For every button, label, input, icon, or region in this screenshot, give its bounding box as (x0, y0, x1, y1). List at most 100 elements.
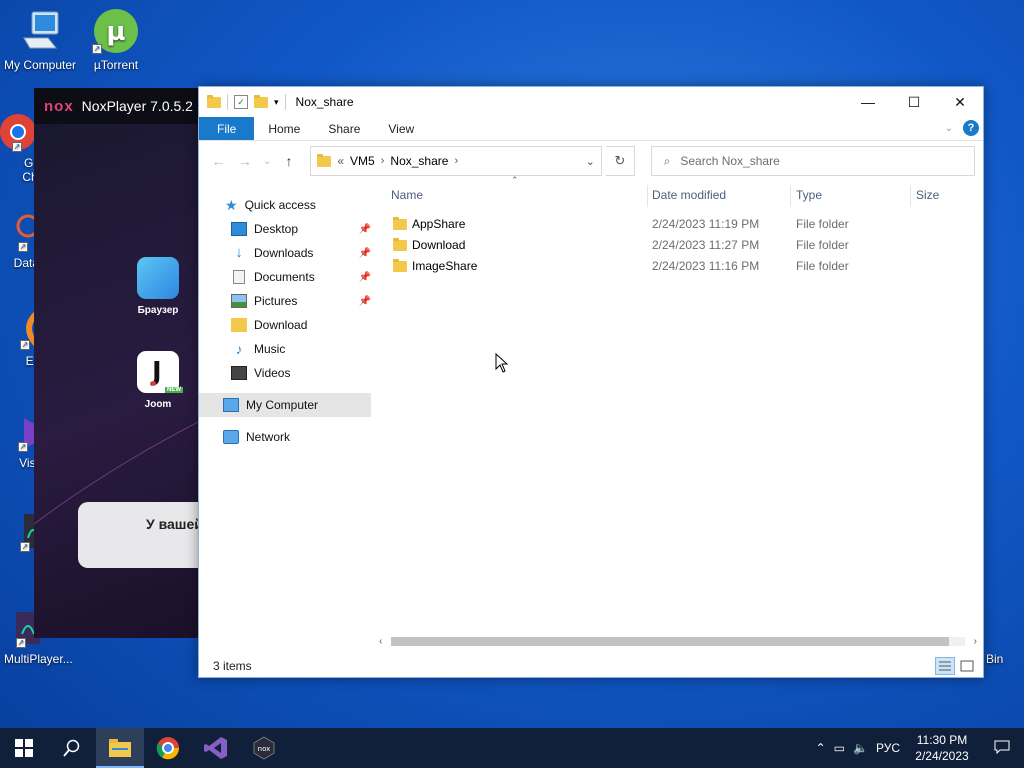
maximize-button[interactable]: ☐ (891, 87, 937, 117)
nav-item-quick-access[interactable]: ★ Quick access (225, 193, 316, 217)
breadcrumb-vm5[interactable]: VM5 (350, 154, 375, 168)
up-button[interactable]: ↑ (278, 153, 301, 169)
clock[interactable]: 11:30 PM 2/24/2023 (908, 732, 976, 764)
notifications-button[interactable] (984, 740, 1020, 757)
horizontal-scrollbar[interactable]: ‹ › (377, 633, 979, 649)
nav-label: Pictures (254, 294, 298, 308)
nav-item-downloads[interactable]: ↓ Downloads 📌 (231, 241, 371, 265)
tab-home[interactable]: Home (254, 117, 314, 140)
taskbar-nox[interactable]: nox (240, 728, 288, 768)
customize-toolbar-icon[interactable]: ▾ (274, 97, 279, 108)
noxplayer-titlebar[interactable]: nox NoxPlayer 7.0.5.2 (34, 88, 214, 124)
nox-dialog: У вашей (78, 502, 218, 568)
nav-item-pictures[interactable]: Pictures 📌 (231, 289, 371, 313)
windows-logo-icon (15, 739, 33, 757)
quick-access-toolbar: ✓ ▾ (207, 94, 286, 110)
scroll-left-icon[interactable]: ‹ (379, 636, 382, 647)
scroll-right-icon[interactable]: › (974, 636, 977, 647)
tab-share[interactable]: Share (314, 117, 374, 140)
nav-item-videos[interactable]: Videos (231, 361, 290, 385)
column-header-date-modified[interactable]: Date modified (652, 181, 726, 209)
address-overflow[interactable]: « (337, 154, 344, 168)
address-bar[interactable]: « VM5 › Nox_share › ⌄ (310, 146, 603, 176)
pin-icon[interactable]: 📌 (359, 224, 371, 235)
refresh-button[interactable]: ↻ (606, 146, 635, 176)
star-icon: ★ (225, 196, 238, 213)
navigation-pane[interactable]: ★ Quick access Desktop 📌 ↓ Downloads 📌 D… (199, 181, 371, 655)
nav-item-download[interactable]: Download (231, 313, 307, 337)
nav-label: Downloads (254, 246, 314, 260)
column-divider[interactable] (790, 185, 791, 207)
taskbar-chrome[interactable] (144, 728, 192, 768)
column-divider[interactable] (910, 185, 911, 207)
pin-icon[interactable]: 📌 (359, 248, 371, 259)
file-list[interactable]: ⌃ Name Date modified Type Size AppShare … (377, 175, 983, 655)
details-view-icon[interactable] (935, 657, 955, 675)
desktop-icon-my-computer[interactable]: My Computer (0, 8, 80, 72)
nav-item-desktop[interactable]: Desktop 📌 (231, 217, 371, 241)
start-button[interactable] (0, 728, 48, 768)
nav-label: My Computer (246, 398, 319, 412)
close-button[interactable]: ✕ (937, 87, 983, 117)
minimize-button[interactable]: — (845, 87, 891, 117)
file-explorer-window[interactable]: ✓ ▾ Nox_share — ☐ ✕ File Home Share View… (198, 86, 984, 678)
column-header-type[interactable]: Type (796, 181, 822, 209)
scroll-thumb[interactable] (391, 637, 949, 646)
chrome-icon: ↗ (0, 112, 38, 152)
network-status-icon[interactable]: ▭ (834, 741, 845, 755)
taskbar-file-explorer[interactable] (96, 728, 144, 768)
large-icons-view-icon[interactable] (957, 657, 977, 675)
help-button[interactable]: ? (963, 120, 979, 136)
new-badge: NEW (165, 387, 183, 393)
mouse-cursor-icon (495, 352, 509, 376)
properties-icon[interactable]: ✓ (234, 95, 248, 109)
breadcrumb-nox-share[interactable]: Nox_share (390, 154, 448, 168)
nox-logo: nox (44, 97, 74, 115)
column-header-name[interactable]: Name (391, 181, 423, 209)
chevron-right-icon[interactable]: › (381, 155, 385, 167)
expand-ribbon-icon[interactable]: ⌄ (945, 123, 953, 134)
forward-button[interactable]: → (234, 153, 257, 169)
volume-icon[interactable]: 🔈 (853, 741, 868, 755)
app-joom[interactable]: J NEW Joom (128, 351, 188, 410)
toolbar-divider (227, 94, 228, 110)
chevron-right-icon[interactable]: › (454, 155, 458, 167)
language-indicator[interactable]: РУС (876, 741, 900, 755)
show-hidden-icons-icon[interactable]: ⌃ (816, 741, 826, 755)
file-name: ImageShare (412, 258, 478, 273)
new-folder-icon[interactable] (254, 94, 268, 108)
video-icon (231, 366, 247, 380)
file-type: File folder (796, 216, 849, 231)
app-browser[interactable]: Браузер (128, 257, 188, 316)
item-count: 3 items (213, 659, 252, 673)
system-tray: ⌃ ▭ 🔈 РУС 11:30 PM 2/24/2023 (816, 732, 1024, 764)
pin-icon[interactable]: 📌 (359, 296, 371, 307)
recent-locations-button[interactable]: ⌄ (260, 156, 273, 167)
app-label: Joom (144, 399, 172, 410)
download-icon: ↓ (235, 244, 243, 261)
pin-icon[interactable]: 📌 (359, 272, 371, 283)
desktop-icon-utorrent[interactable]: µ ↗ µTorrent (76, 8, 156, 72)
nav-label: Videos (254, 366, 291, 380)
nav-item-documents[interactable]: Documents 📌 (231, 265, 371, 289)
tab-file[interactable]: File (199, 117, 255, 140)
tab-view[interactable]: View (374, 117, 428, 140)
desktop-icon-recycle-bin-label[interactable]: Bin (986, 652, 1003, 666)
search-button[interactable] (48, 728, 96, 768)
folder-icon (207, 94, 221, 108)
nav-item-my-computer[interactable]: My Computer (199, 393, 371, 417)
column-header-size[interactable]: Size (916, 181, 939, 209)
document-icon (233, 270, 245, 284)
nav-item-network[interactable]: Network (223, 425, 290, 449)
explorer-titlebar[interactable]: ✓ ▾ Nox_share — ☐ ✕ (199, 87, 983, 117)
desktop-icon-label: My Computer (3, 58, 77, 72)
file-date: 2/24/2023 11:27 PM (652, 237, 760, 252)
search-input[interactable]: ⌕ Search Nox_share (650, 146, 975, 176)
nav-item-music[interactable]: ♪ Music (231, 337, 286, 361)
taskbar-visual-studio[interactable] (192, 728, 240, 768)
address-dropdown-button[interactable]: ⌄ (579, 155, 601, 168)
clock-date: 2/24/2023 (915, 749, 969, 763)
column-divider[interactable] (647, 185, 648, 207)
picture-icon (231, 294, 247, 308)
back-button[interactable]: ← (207, 153, 230, 169)
